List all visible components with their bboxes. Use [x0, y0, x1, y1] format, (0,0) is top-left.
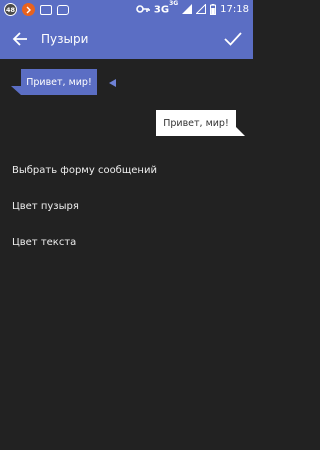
network-type: 3G: [153, 4, 170, 16]
notification-count: 48: [5, 5, 16, 14]
clock: 17:18: [220, 3, 249, 15]
check-icon: [224, 32, 242, 46]
signal-icon: [182, 4, 193, 15]
gallery-notification-icon: [40, 4, 52, 15]
network-sup: 3G: [169, 0, 179, 8]
menu-item-text-color[interactable]: Цвет текста: [0, 224, 253, 260]
message-notification-icon: [57, 4, 69, 15]
battery-icon: [210, 3, 217, 15]
outgoing-bubble-text: Привет, мир!: [163, 117, 229, 129]
menu-item-label: Цвет пузыря: [12, 200, 79, 212]
sent-marker-icon: [109, 79, 116, 87]
app-notification-icon: [22, 3, 35, 16]
key-icon: [136, 5, 150, 14]
page-title: Пузыри: [41, 32, 89, 46]
arrow-back-icon: [12, 32, 27, 46]
menu-item-message-shape[interactable]: Выбрать форму сообщений: [0, 152, 253, 188]
menu-item-label: Выбрать форму сообщений: [12, 164, 157, 176]
network-indicator: 3G3G: [153, 0, 179, 16]
back-button[interactable]: [11, 30, 29, 48]
incoming-bubble-text: Привет, мир!: [26, 76, 92, 88]
outgoing-bubble: Привет, мир!: [156, 110, 245, 136]
settings-menu: Выбрать форму сообщений Цвет пузыря Цвет…: [0, 152, 253, 260]
status-bar: 48 3G3G 17:18: [0, 0, 253, 19]
incoming-bubble: Привет, мир!: [11, 69, 97, 95]
outgoing-bubble-tail: [236, 127, 245, 136]
confirm-button[interactable]: [223, 29, 243, 49]
menu-item-bubble-color[interactable]: Цвет пузыря: [0, 188, 253, 224]
signal-empty-icon: [196, 4, 207, 15]
app-bar: Пузыри: [0, 19, 253, 59]
menu-item-label: Цвет текста: [12, 236, 77, 248]
notification-count-icon: 48: [4, 3, 17, 16]
bubble-preview: Привет, мир! Привет, мир!: [0, 59, 253, 154]
